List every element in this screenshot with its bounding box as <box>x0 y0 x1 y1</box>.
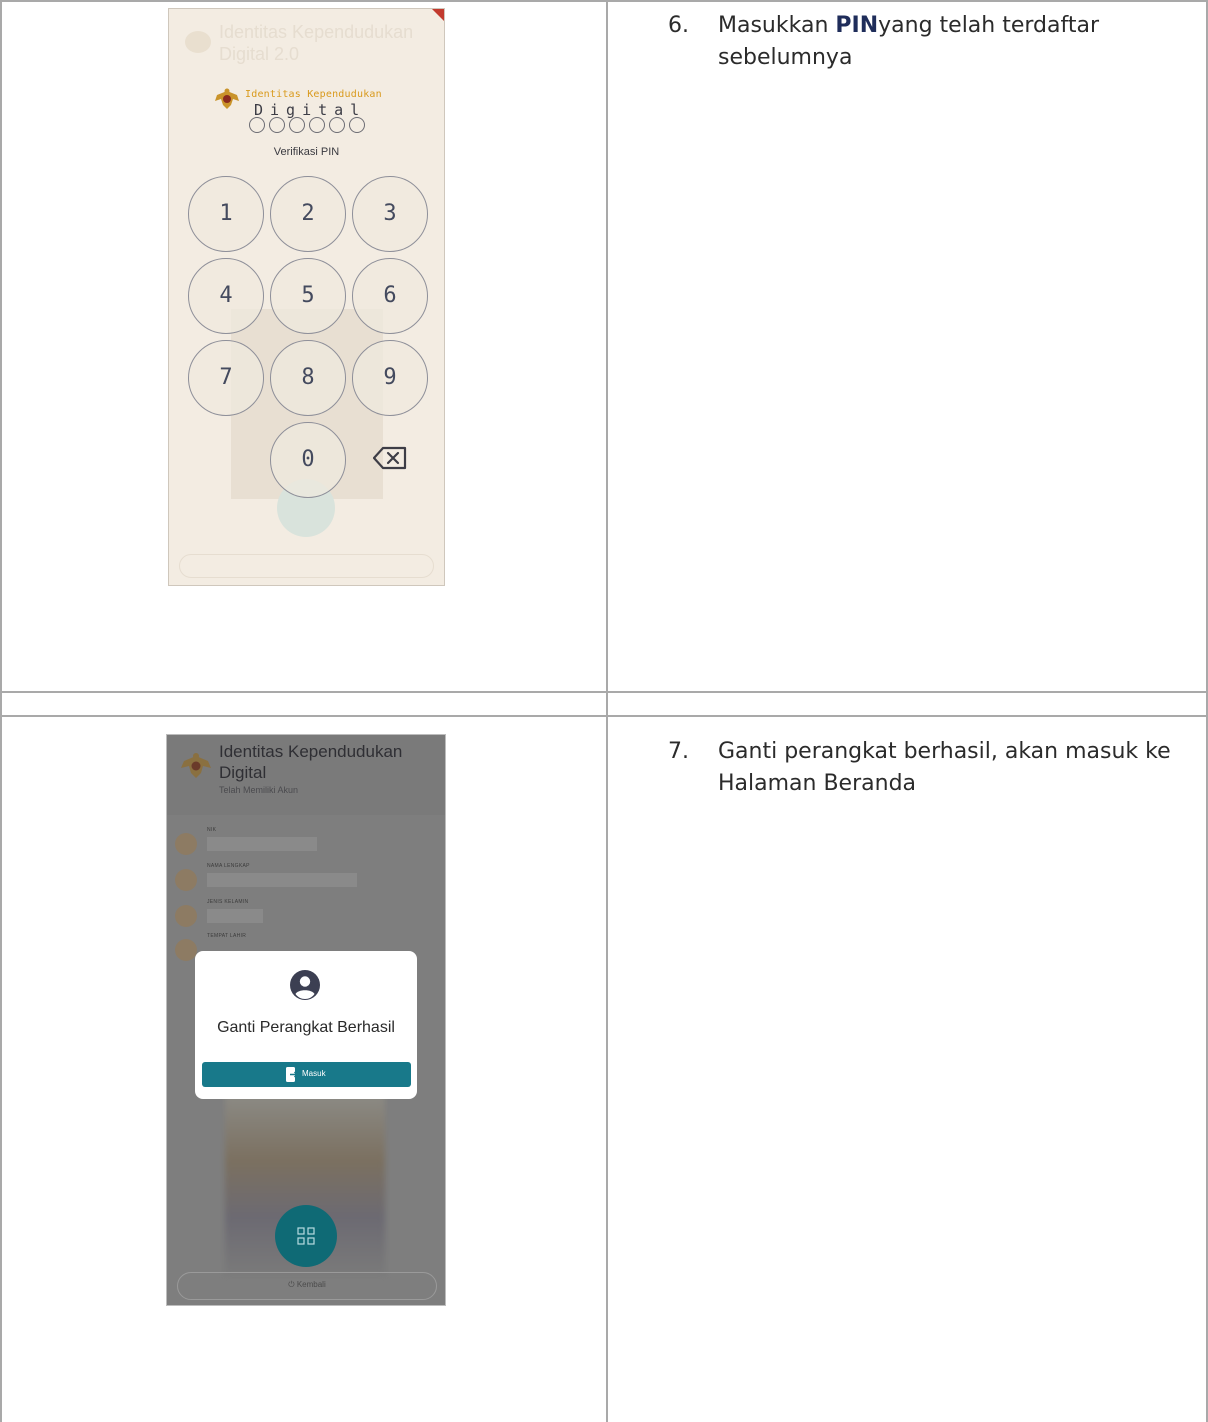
pin-dot <box>349 117 365 133</box>
keypad-key-2[interactable]: 2 <box>270 176 346 252</box>
keypad-key-3[interactable]: 3 <box>352 176 428 252</box>
step-6-instruction: 6. Masukkan PINyang telah terdaftar sebe… <box>668 10 1203 74</box>
verify-pin-label: Verifikasi PIN <box>273 146 340 158</box>
keypad-key-4[interactable]: 4 <box>188 258 264 334</box>
keypad-key-6[interactable]: 6 <box>352 258 428 334</box>
gender-icon <box>175 905 197 927</box>
app-subtitle: Telah Memiliki Akun <box>219 785 299 795</box>
table-border-row1 <box>0 691 1208 693</box>
app-title: Identitas Kependudukan Digital <box>219 742 403 782</box>
pin-dot <box>309 117 325 133</box>
step-number: 6. <box>668 13 689 38</box>
keypad-key-8[interactable]: 8 <box>270 340 346 416</box>
person-icon <box>175 869 197 891</box>
pin-screen-screenshot: Identitas Kependudukan Digital 2.0 Ident… <box>168 8 445 586</box>
brand-top-text: Identitas Kependudukan <box>245 89 382 100</box>
garuda-emblem-icon <box>181 753 211 778</box>
key-label: 8 <box>301 365 315 390</box>
app-header: Identitas Kependudukan Digital Telah Mem… <box>167 735 445 815</box>
keypad-key-5[interactable]: 5 <box>270 258 346 334</box>
login-icon <box>286 1067 298 1082</box>
field-row-nama: NAMA LENGKAP <box>175 863 435 899</box>
key-label: 9 <box>383 365 397 390</box>
field-value-redacted <box>207 837 317 851</box>
back-label: ⏻ Kembali <box>178 1280 436 1290</box>
qr-code-button[interactable] <box>275 1205 337 1267</box>
masuk-button[interactable]: Masuk <box>202 1062 411 1087</box>
key-label: 2 <box>301 201 315 226</box>
table-border-row2 <box>0 715 1208 717</box>
key-label: 4 <box>219 283 233 308</box>
step-number: 7. <box>668 739 689 764</box>
dialog-title: Ganti Perangkat Berhasil <box>217 1019 395 1036</box>
field-label: TEMPAT LAHIR <box>207 933 247 939</box>
field-row-gender: JENIS KELAMIN <box>175 899 435 935</box>
garuda-emblem-icon <box>215 88 239 109</box>
qr-icon <box>297 1227 315 1245</box>
backspace-icon[interactable] <box>373 446 407 470</box>
table-border-left <box>0 0 2 1422</box>
table-border-top <box>0 0 1208 2</box>
faded-back-button <box>179 554 434 578</box>
step-text-before: Masukkan <box>718 13 836 38</box>
keypad-key-7[interactable]: 7 <box>188 340 264 416</box>
masuk-button-label: Masuk <box>302 1069 326 1078</box>
field-value-redacted <box>207 873 357 887</box>
card-icon <box>175 833 197 855</box>
back-label-text: Kembali <box>296 1280 326 1289</box>
key-label: 3 <box>383 201 397 226</box>
step-text-bold: PIN <box>835 13 879 38</box>
pin-indicator <box>249 117 369 133</box>
debug-banner-corner <box>432 9 444 21</box>
key-label: 0 <box>301 447 315 472</box>
faded-app-title: Identitas Kependudukan Digital 2.0 <box>219 22 414 64</box>
field-value-redacted <box>207 909 263 923</box>
field-label: JENIS KELAMIN <box>207 899 249 905</box>
pin-dot <box>329 117 345 133</box>
keypad-key-1[interactable]: 1 <box>188 176 264 252</box>
key-label: 7 <box>219 365 233 390</box>
table-border-middle <box>606 0 608 1422</box>
field-row-nik: NIK <box>175 827 435 863</box>
pin-dot <box>269 117 285 133</box>
key-label: 1 <box>219 201 233 226</box>
step-body: Ganti perangkat berhasil, akan masuk ke … <box>718 739 1171 796</box>
account-circle-icon <box>290 970 320 1000</box>
success-dialog: Ganti Perangkat Berhasil Masuk <box>195 951 417 1099</box>
success-screen-screenshot: Identitas Kependudukan Digital Telah Mem… <box>166 734 446 1306</box>
faded-emblem-icon <box>185 31 211 53</box>
pin-dot <box>249 117 265 133</box>
keypad-key-0[interactable]: 0 <box>270 422 346 498</box>
step-body: Masukkan PINyang telah terdaftar sebelum… <box>718 10 1203 74</box>
keypad-key-9[interactable]: 9 <box>352 340 428 416</box>
back-button[interactable]: ⏻ Kembali <box>177 1272 437 1300</box>
location-icon <box>175 939 197 961</box>
pin-dot <box>289 117 305 133</box>
field-label: NAMA LENGKAP <box>207 863 250 869</box>
key-label: 5 <box>301 283 315 308</box>
step-7-instruction: 7. Ganti perangkat berhasil, akan masuk … <box>668 736 1203 800</box>
key-label: 6 <box>383 283 397 308</box>
power-icon: ⏻ <box>288 1280 295 1289</box>
field-label: NIK <box>207 827 217 833</box>
